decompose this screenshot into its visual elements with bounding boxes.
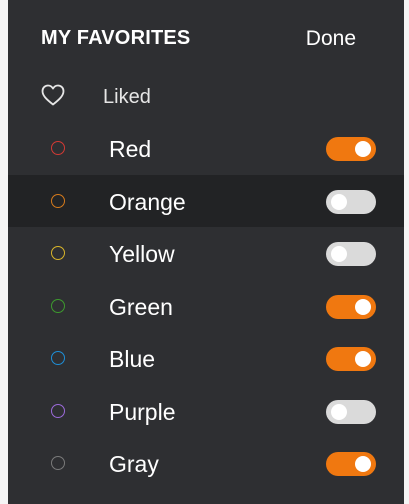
color-dot-icon xyxy=(51,456,65,470)
color-label: Purple xyxy=(109,398,176,425)
color-label: Blue xyxy=(109,346,156,372)
color-dot-icon xyxy=(51,351,65,365)
favorite-toggle-gray[interactable] xyxy=(326,452,376,476)
favorite-toggle-green[interactable] xyxy=(326,294,376,319)
color-tag-list: Red Orange Yellow Green Blue Purple Gray xyxy=(8,122,404,490)
color-label: Orange xyxy=(109,188,186,215)
favorite-toggle-orange[interactable] xyxy=(326,189,376,214)
color-row-orange[interactable]: Orange xyxy=(8,174,404,227)
toggle-knob xyxy=(331,193,347,210)
favorite-toggle-yellow[interactable] xyxy=(326,242,376,266)
color-dot-icon xyxy=(51,141,65,155)
heart-outline-icon xyxy=(41,84,65,106)
color-label: Gray xyxy=(109,451,159,477)
color-row-purple[interactable]: Purple xyxy=(8,385,404,438)
color-label: Green xyxy=(109,293,173,320)
color-row-yellow[interactable]: Yellow xyxy=(8,227,404,280)
color-label: Red xyxy=(109,136,152,162)
toggle-knob xyxy=(355,298,371,315)
favorites-panel: MY FAVORITES Done Liked Red Orange Yellow G… xyxy=(8,0,404,504)
done-button[interactable]: Done xyxy=(306,27,356,51)
color-row-blue[interactable]: Blue xyxy=(8,332,404,385)
liked-row[interactable]: Liked xyxy=(8,76,404,120)
color-row-green[interactable]: Green xyxy=(8,280,404,333)
liked-label: Liked xyxy=(103,86,151,108)
color-label: Yellow xyxy=(109,241,175,267)
color-row-red[interactable]: Red xyxy=(8,122,404,175)
color-dot-icon xyxy=(51,193,65,208)
color-row-gray[interactable]: Gray xyxy=(8,437,404,490)
toggle-knob xyxy=(355,351,371,367)
toggle-knob xyxy=(331,403,347,420)
color-dot-icon xyxy=(51,403,65,418)
color-dot-icon xyxy=(51,246,65,260)
favorites-header: MY FAVORITES Done xyxy=(8,0,404,76)
toggle-knob xyxy=(355,141,371,157)
panel-title: MY FAVORITES xyxy=(41,27,191,49)
toggle-knob xyxy=(355,456,371,472)
color-dot-icon xyxy=(51,298,65,313)
toggle-knob xyxy=(331,246,347,262)
favorite-toggle-blue[interactable] xyxy=(326,347,376,371)
favorite-toggle-purple[interactable] xyxy=(326,399,376,424)
favorite-toggle-red[interactable] xyxy=(326,137,376,161)
